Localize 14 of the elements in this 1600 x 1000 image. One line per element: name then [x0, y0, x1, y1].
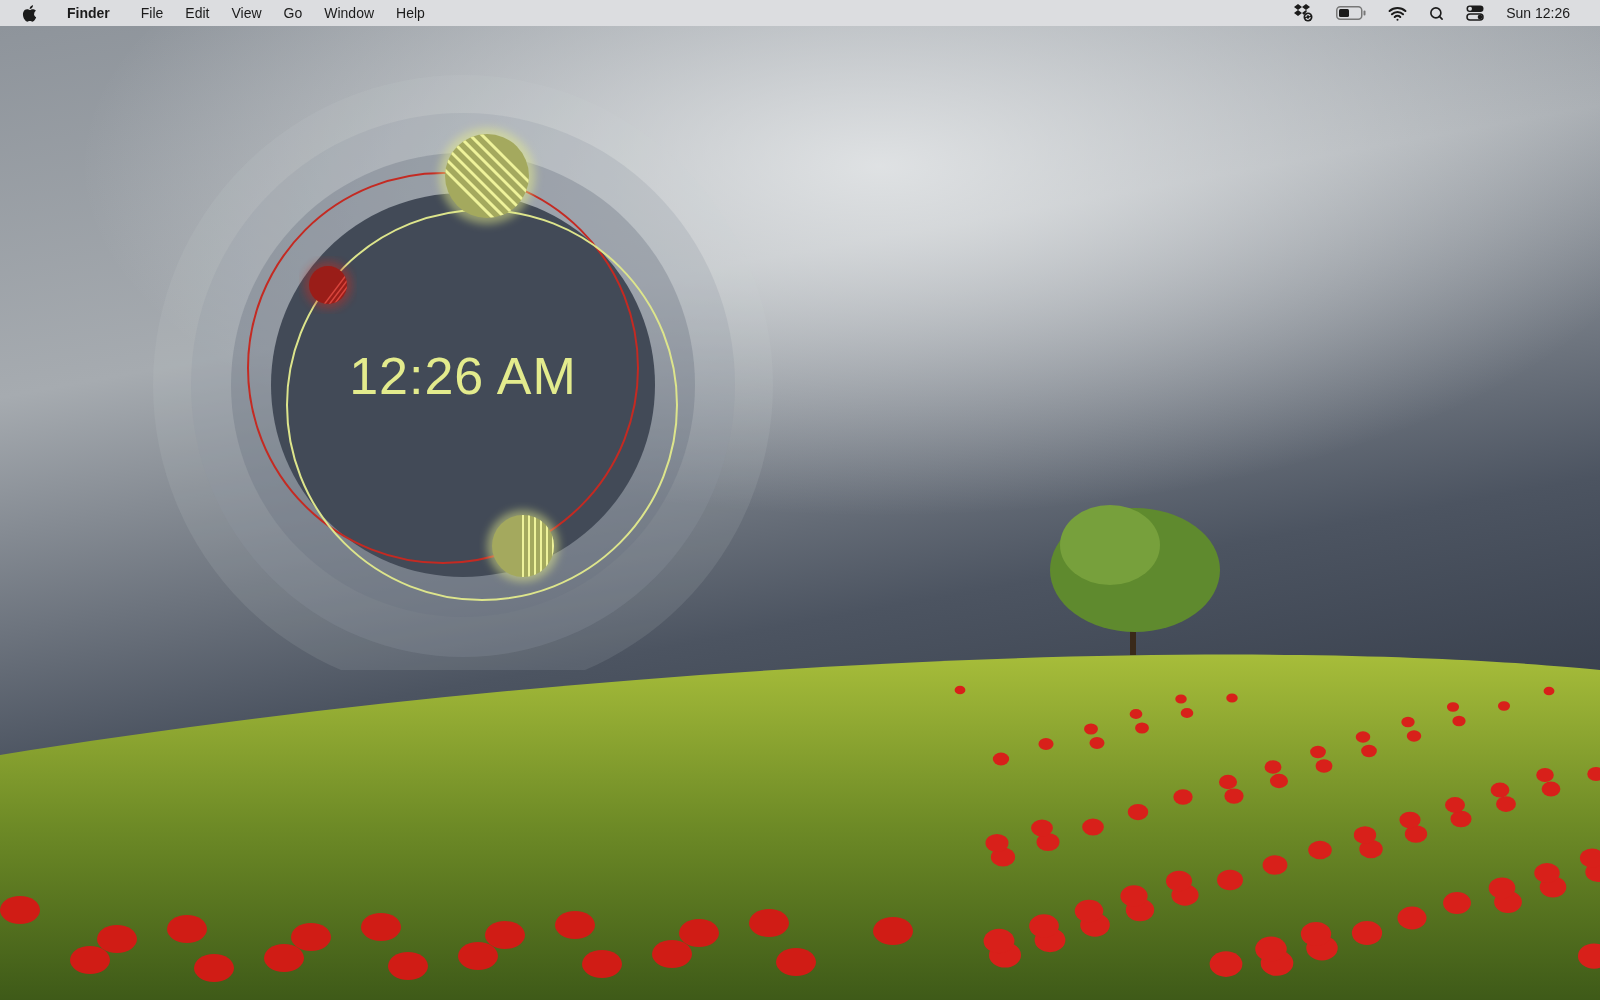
menu-item[interactable]: Go: [283, 2, 303, 24]
menu-bar-clock[interactable]: Sun 12:26: [1506, 2, 1570, 24]
menu-item[interactable]: Window: [324, 2, 375, 24]
control-center-icon[interactable]: [1466, 5, 1485, 21]
clock-time: 12:26 AM: [349, 350, 577, 402]
menu-item[interactable]: File: [140, 2, 164, 24]
menu-app-name[interactable]: Finder: [67, 2, 110, 24]
dropbox-sync-icon[interactable]: [1292, 4, 1315, 22]
battery-icon[interactable]: [1336, 6, 1367, 20]
menu-item[interactable]: View: [231, 2, 262, 24]
search-icon[interactable]: [1429, 5, 1445, 21]
menu-item[interactable]: Help: [396, 2, 425, 24]
apple-logo-icon[interactable]: [22, 4, 37, 22]
menu-item[interactable]: Edit: [185, 2, 210, 24]
